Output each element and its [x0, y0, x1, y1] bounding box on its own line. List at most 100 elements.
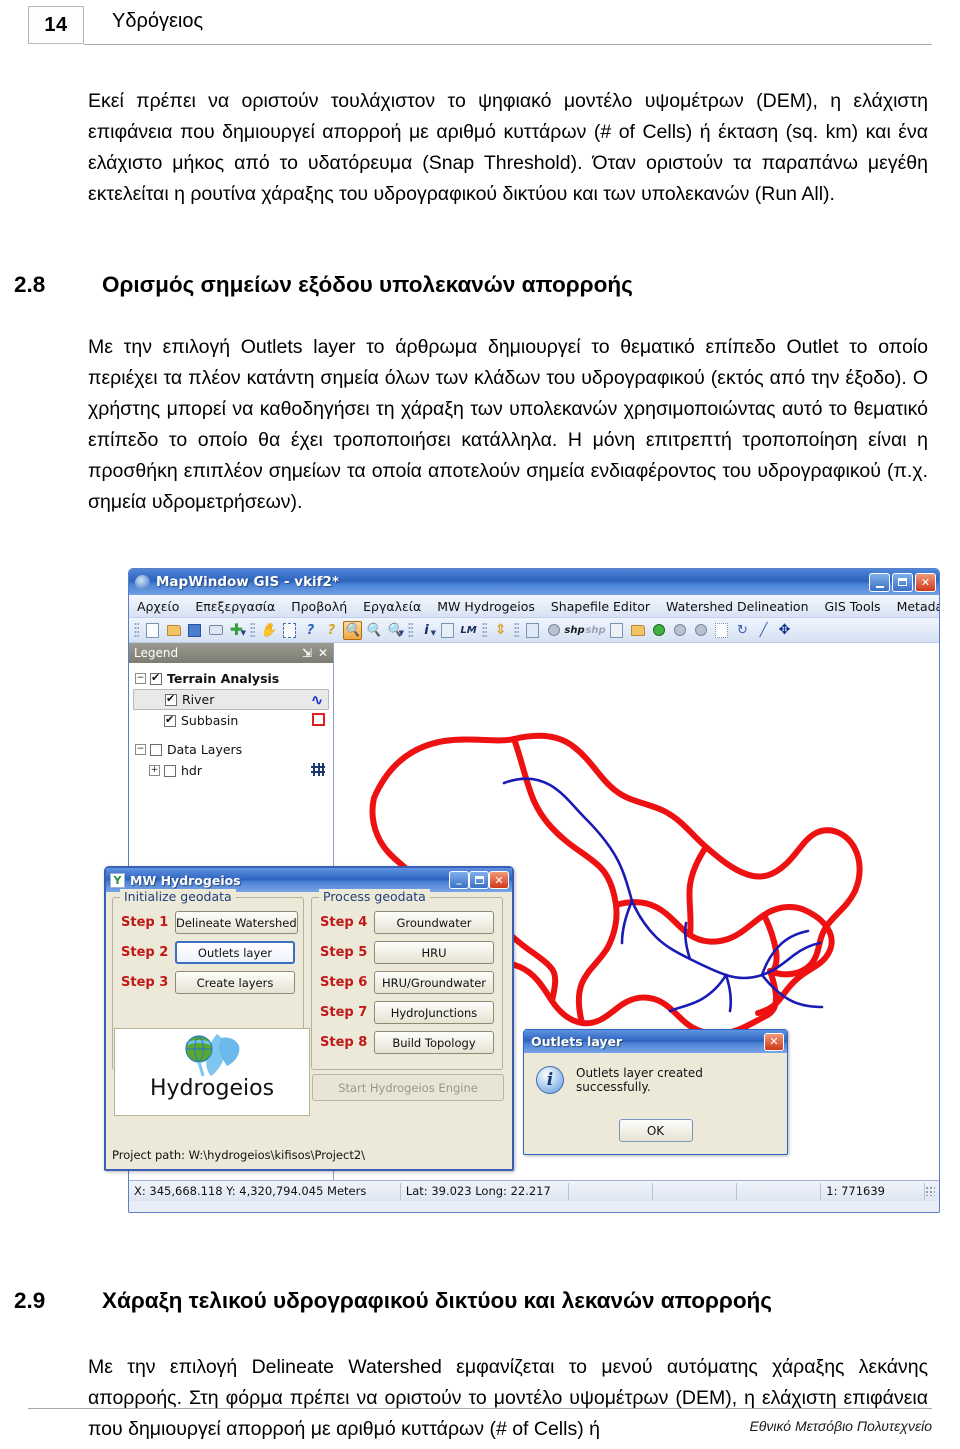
step-row-3: Step 3 Create layers [121, 971, 295, 994]
shp-remove-icon[interactable]: shp [585, 621, 605, 640]
hydrojunctions-button[interactable]: HydroJunctions [374, 1001, 494, 1024]
process-geodata-label: Process geodata [319, 889, 430, 904]
attribute-table-icon[interactable] [438, 621, 457, 640]
step-row-4: Step 4 Groundwater [320, 911, 494, 934]
legend-group-data-layers[interactable]: − Data Layers [133, 739, 329, 760]
layer-checkbox[interactable] [150, 671, 162, 685]
toolbar-grip-1[interactable] [134, 622, 139, 638]
intersect-icon[interactable] [670, 621, 689, 640]
resize-grip[interactable] [925, 1186, 935, 1196]
delineate-watershed-button[interactable]: Delineate Watershed [175, 911, 298, 934]
add-layer-icon[interactable]: ✚ ▼ [227, 621, 246, 640]
zoom-in-icon[interactable]: 🔍 [343, 620, 362, 640]
mw-maximize-button[interactable] [469, 871, 489, 889]
project-path-label: Project path: W:\hydrogeios\kifisos\Proj… [112, 1148, 366, 1162]
hydrogeios-logo-text: Hydrogeios [149, 1076, 275, 1101]
mw-close-button[interactable]: ✕ [489, 871, 509, 889]
message-box-body: i Outlets layer created successfully. [524, 1053, 787, 1094]
layer-checkbox[interactable] [165, 692, 177, 706]
mw-hydrogeios-dialog: Y MW Hydrogeios _ ✕ Initialize geodata S… [104, 866, 514, 1171]
zoom-previous-icon[interactable]: 🔍 ▼ [385, 621, 404, 640]
open-folder-icon[interactable] [164, 621, 183, 640]
save-disk-icon[interactable] [185, 621, 204, 640]
toolbar-grip-3[interactable] [514, 622, 519, 638]
layer-checkbox[interactable] [150, 743, 162, 756]
expander-icon[interactable]: − [135, 744, 146, 755]
minimize-button[interactable] [869, 572, 890, 592]
image-icon[interactable] [523, 621, 542, 640]
difference-icon[interactable] [691, 621, 710, 640]
menu-item-watershed-delineation[interactable]: Watershed Delineation [666, 599, 808, 614]
legend-layer-label: River [182, 692, 215, 707]
step-7-label: Step 7 [320, 1005, 368, 1020]
legend-layer-subbasin[interactable]: Subbasin [133, 710, 329, 731]
menu-item-file[interactable]: Αρχείο [137, 599, 179, 614]
copy-icon[interactable] [607, 621, 626, 640]
groundwater-button[interactable]: Groundwater [374, 911, 494, 934]
points-icon[interactable] [544, 621, 563, 640]
pan-hand-icon[interactable]: ✋ [259, 621, 278, 640]
move-icon[interactable]: ✥ [775, 621, 794, 640]
paste-icon[interactable] [628, 621, 647, 640]
legend-panel-header: Legend ⇲ ✕ [129, 643, 333, 663]
layer-checkbox[interactable] [164, 764, 176, 777]
grid-raster-symbol [307, 762, 329, 779]
hydrogeios-logo: Hydrogeios [114, 1028, 310, 1116]
menu-item-mw-hydrogeios[interactable]: MW Hydrogeios [437, 599, 535, 614]
menu-item-tools[interactable]: Εργαλεία [363, 599, 421, 614]
layer-checkbox[interactable] [164, 713, 176, 727]
start-hydrogeios-engine-button[interactable]: Start Hydrogeios Engine [312, 1074, 504, 1101]
menu-item-gis-tools[interactable]: GIS Tools [825, 599, 881, 614]
toolbar-grip-2[interactable] [482, 622, 487, 638]
legend-layer-label: hdr [181, 763, 202, 778]
create-layers-button[interactable]: Create layers [175, 971, 295, 994]
scatter-icon[interactable] [712, 621, 731, 640]
measure-icon[interactable]: ⇕ [491, 621, 510, 640]
menu-item-edit[interactable]: Επεξεργασία [195, 599, 275, 614]
step-3-label: Step 3 [121, 975, 169, 990]
message-box-ok-button[interactable]: OK [618, 1119, 693, 1142]
message-box-text: Outlets layer created successfully. [576, 1066, 703, 1094]
mw-minimize-button[interactable]: _ [449, 871, 469, 889]
step-row-2: Step 2 Outlets layer [121, 941, 295, 964]
help-cursor-icon[interactable]: ? [322, 621, 341, 640]
process-geodata-group: Process geodata Step 4 Groundwater Step … [311, 889, 503, 1070]
close-icon[interactable]: ✕ [318, 646, 328, 660]
rotate-icon[interactable]: ↻ [733, 621, 752, 640]
red-square-symbol [307, 712, 329, 729]
union-icon[interactable] [649, 621, 668, 640]
legend-layer-hdr[interactable]: + hdr [133, 760, 329, 781]
label-manager-icon[interactable]: LM [459, 621, 478, 640]
gis-toolbar: ✚ ▼ ✋ ? ? 🔍 🔍 🔍 ▼ i ▼ LM ⇕ shp shp ↻ ╱ ✥ [129, 618, 939, 643]
hru-groundwater-button[interactable]: HRU/Groundwater [374, 971, 494, 994]
legend-group-terrain-analysis[interactable]: − Terrain Analysis [133, 668, 329, 689]
menu-item-shapefile-editor[interactable]: Shapefile Editor [551, 599, 650, 614]
hru-button[interactable]: HRU [374, 941, 494, 964]
menu-item-view[interactable]: Προβολή [291, 599, 347, 614]
legend-layer-river[interactable]: River ∿ [133, 689, 329, 710]
gis-status-bar: X: 345,668.118 Y: 4,320,794.045 Meters L… [129, 1180, 939, 1201]
build-topology-button[interactable]: Build Topology [374, 1031, 494, 1054]
step-8-label: Step 8 [320, 1035, 368, 1050]
menu-item-metadata-tools[interactable]: Metadata Tools [897, 599, 939, 614]
expander-icon[interactable]: − [135, 673, 146, 684]
shp-add-icon[interactable]: shp [564, 621, 584, 640]
outlets-layer-button[interactable]: Outlets layer [175, 941, 295, 964]
status-cell-5 [737, 1182, 822, 1200]
identify-help-icon[interactable]: ? [301, 621, 320, 640]
info-icon[interactable]: i ▼ [417, 621, 436, 640]
step-row-8: Step 8 Build Topology [320, 1031, 494, 1054]
status-latlong: Lat: 39.023 Long: 22.217 [401, 1182, 569, 1200]
close-button[interactable]: ✕ [915, 572, 936, 592]
legend-title: Legend [134, 646, 179, 660]
pin-icon[interactable]: ⇲ [302, 646, 312, 660]
select-icon[interactable] [280, 621, 299, 640]
maximize-button[interactable] [892, 572, 913, 592]
message-box-close-button[interactable]: ✕ [764, 1032, 784, 1051]
expander-icon[interactable]: + [149, 765, 160, 776]
print-icon[interactable] [206, 621, 225, 640]
new-file-icon[interactable] [143, 621, 162, 640]
toolbar-sep-2 [408, 622, 413, 638]
zoom-out-icon[interactable]: 🔍 [364, 621, 383, 640]
line-icon[interactable]: ╱ [754, 621, 773, 640]
